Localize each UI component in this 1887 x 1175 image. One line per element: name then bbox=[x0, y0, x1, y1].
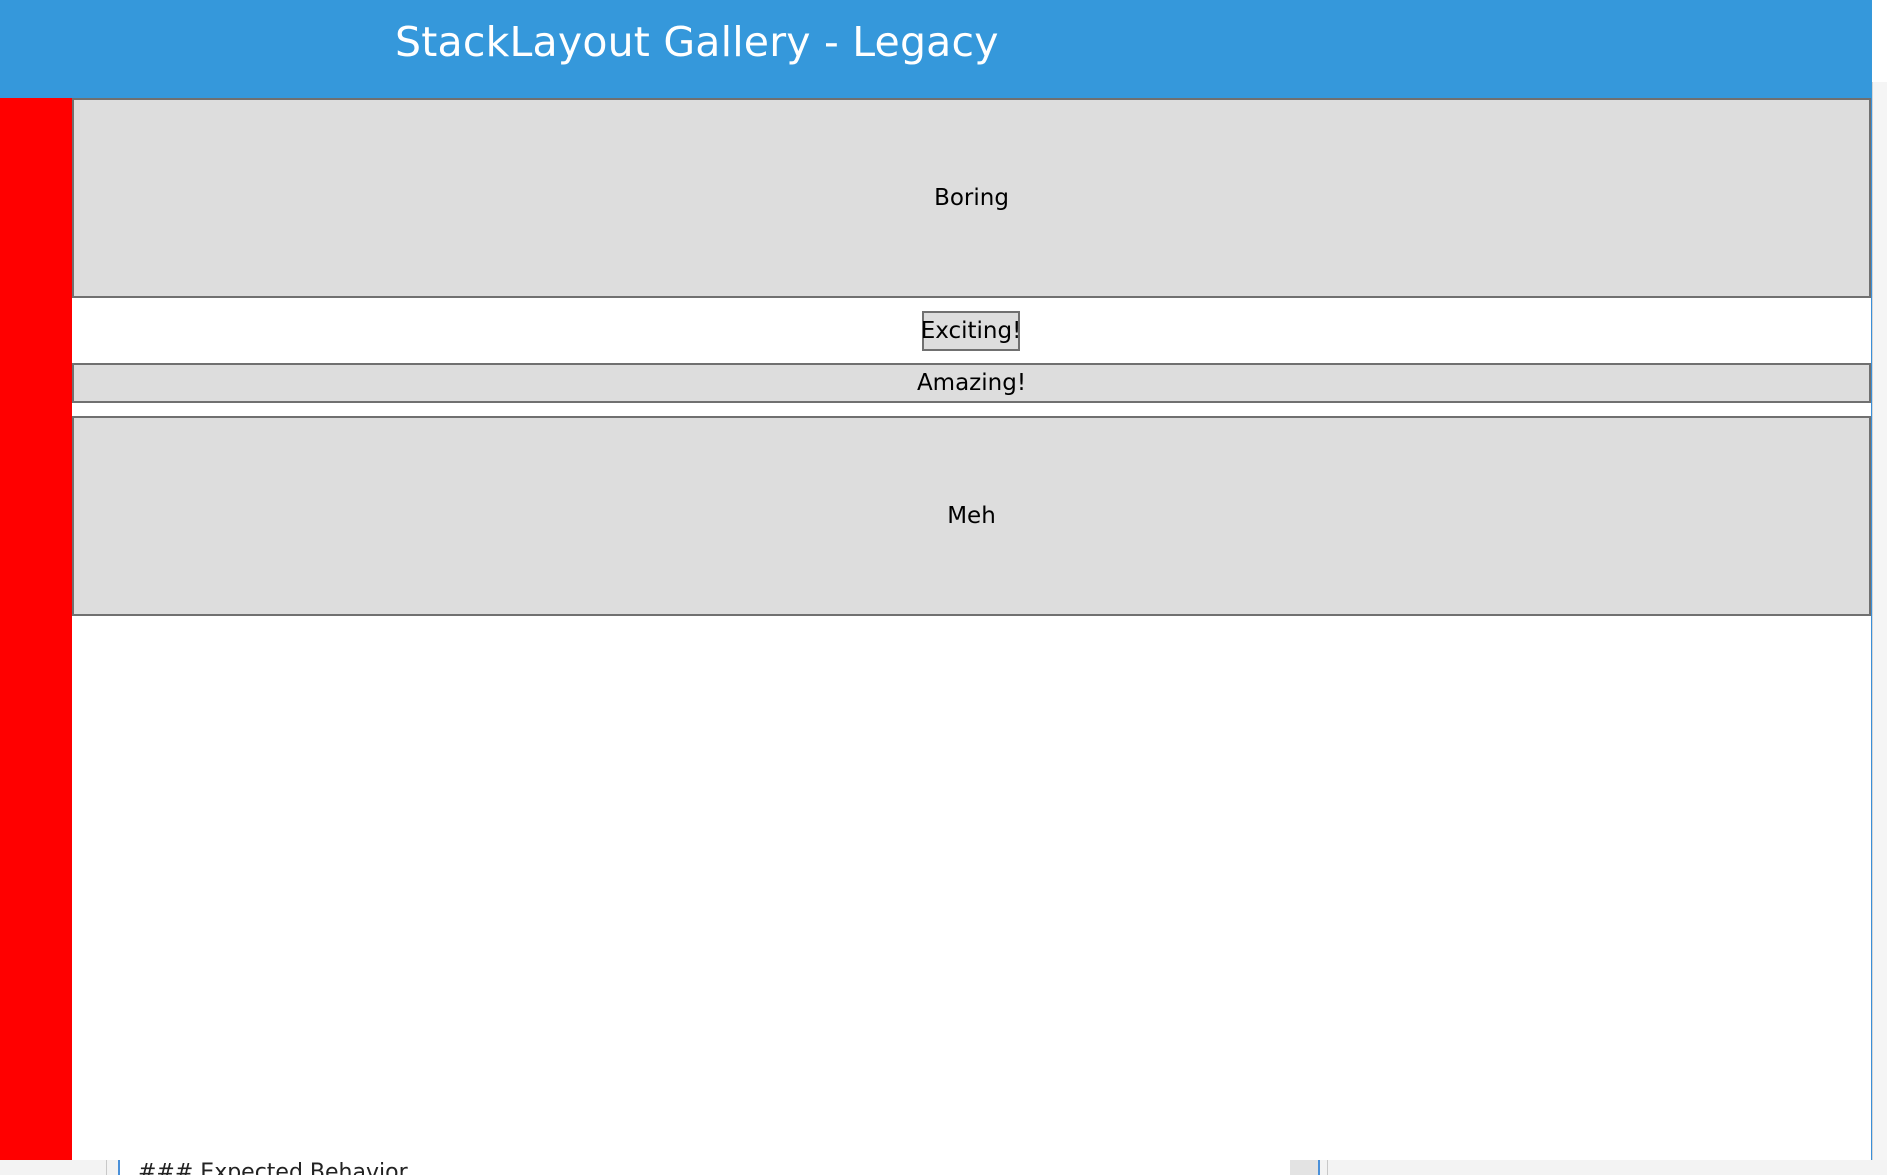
amazing-button[interactable]: Amazing! bbox=[72, 363, 1871, 403]
background-editor[interactable]: ### Expected Behavior bbox=[118, 1158, 1320, 1175]
title-bar[interactable]: StackLayout Gallery - Legacy bbox=[0, 0, 1872, 98]
background-window-edge bbox=[1872, 82, 1887, 1175]
background-editor-text: ### Expected Behavior bbox=[138, 1160, 408, 1175]
meh-button[interactable]: Meh bbox=[72, 416, 1871, 616]
exciting-button[interactable]: Exciting! bbox=[921, 311, 1021, 351]
window-edge bbox=[1872, 0, 1887, 82]
page-title: StackLayout Gallery - Legacy bbox=[395, 18, 999, 66]
boring-button[interactable]: Boring bbox=[72, 98, 1871, 298]
stack-layout: Boring Exciting! Amazing! Meh bbox=[72, 98, 1871, 1160]
desktop: ### Expected Behavior StackLayout Galler… bbox=[0, 0, 1887, 1175]
background-guide-line bbox=[106, 1158, 107, 1175]
background-editor-scrollbar[interactable] bbox=[1290, 1158, 1318, 1175]
app-window: StackLayout Gallery - Legacy Boring Exci… bbox=[0, 0, 1872, 1160]
background-guide-line bbox=[1327, 1158, 1328, 1175]
red-side-bar bbox=[0, 98, 72, 1160]
